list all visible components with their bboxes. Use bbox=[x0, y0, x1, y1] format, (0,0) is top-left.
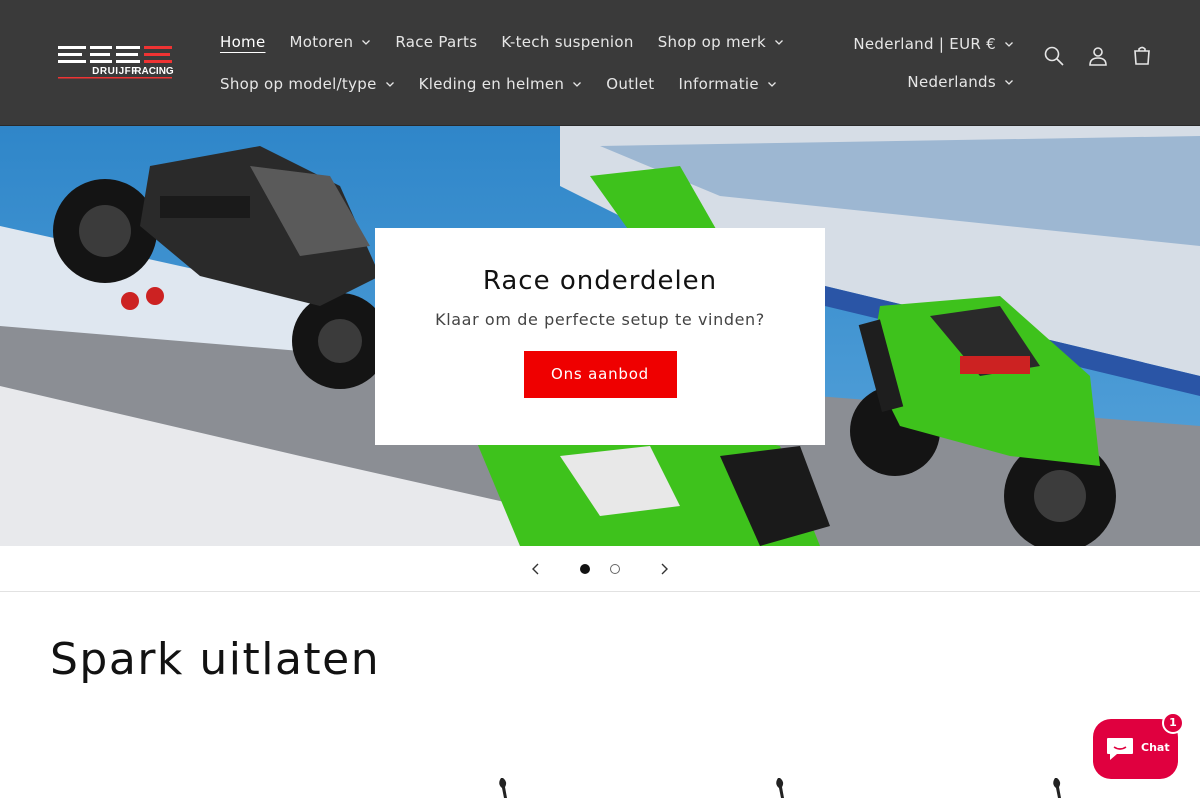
nav-item-shop-op-merk[interactable]: Shop op merk bbox=[646, 22, 796, 62]
chevron-down-icon bbox=[774, 40, 783, 45]
nav-label: Kleding en helmen bbox=[418, 75, 565, 93]
product-thumbnail[interactable] bbox=[495, 776, 511, 800]
chevron-right-icon[interactable] bbox=[655, 560, 673, 578]
chevron-down-icon bbox=[1005, 80, 1013, 85]
hero-subtitle: Klaar om de perfecte setup te vinden? bbox=[435, 310, 765, 329]
search-icon[interactable] bbox=[1042, 44, 1066, 68]
hero-content-box: Race onderdelen Klaar om de perfecte set… bbox=[375, 228, 825, 445]
locale-selectors: Nederland | EUR € Nederlands bbox=[853, 26, 1014, 100]
chevron-down-icon bbox=[385, 82, 394, 87]
nav-label: Race Parts bbox=[395, 33, 478, 51]
nav-row-2: Shop op model/type Kleding en helmen Out… bbox=[208, 64, 776, 104]
chevron-down-icon bbox=[767, 82, 776, 87]
language-label: Nederlands bbox=[907, 73, 996, 91]
nav-item-outlet[interactable]: Outlet bbox=[594, 64, 666, 104]
nav-item-informatie[interactable]: Informatie bbox=[667, 64, 789, 104]
nav-item-shop-op-model[interactable]: Shop op model/type bbox=[208, 64, 407, 104]
header-icons bbox=[1042, 44, 1154, 68]
language-selector[interactable]: Nederlands bbox=[853, 64, 1014, 100]
chat-bubble-icon bbox=[1107, 738, 1133, 760]
nav-item-ktech[interactable]: K-tech suspenion bbox=[489, 22, 645, 62]
product-thumbnail[interactable] bbox=[772, 776, 788, 800]
nav-item-race-parts[interactable]: Race Parts bbox=[383, 22, 489, 62]
chevron-down-icon bbox=[573, 82, 582, 87]
hero-banner: Race onderdelen Klaar om de perfecte set… bbox=[0, 126, 1200, 546]
product-thumbnail[interactable] bbox=[1049, 776, 1065, 800]
country-currency-selector[interactable]: Nederland | EUR € bbox=[853, 26, 1014, 62]
chevron-down-icon bbox=[1005, 42, 1013, 47]
nav-label: Motoren bbox=[289, 33, 354, 51]
chevron-down-icon bbox=[362, 40, 371, 45]
slideshow-controls bbox=[0, 546, 1200, 592]
country-currency-label: Nederland | EUR € bbox=[853, 35, 996, 53]
brand-logo[interactable]: DRUIJFF RACING bbox=[56, 44, 174, 80]
main-navigation: Home Motoren Race Parts K-tech suspenion… bbox=[208, 22, 783, 104]
hero-title: Race onderdelen bbox=[482, 266, 718, 296]
nav-item-home[interactable]: Home bbox=[208, 22, 278, 62]
nav-item-motoren[interactable]: Motoren bbox=[278, 22, 384, 62]
nav-row-1: Home Motoren Race Parts K-tech suspenion… bbox=[208, 22, 783, 62]
site-header: DRUIJFF RACING Home Motoren Race Parts K… bbox=[0, 0, 1200, 126]
nav-label: K-tech suspenion bbox=[501, 33, 634, 51]
account-icon[interactable] bbox=[1086, 44, 1110, 68]
chat-notification-badge: 1 bbox=[1162, 712, 1184, 734]
nav-label: Outlet bbox=[606, 75, 655, 93]
nav-item-kleding[interactable]: Kleding en helmen bbox=[407, 64, 595, 104]
nav-label: Informatie bbox=[678, 75, 759, 93]
nav-label: Home bbox=[220, 33, 266, 51]
nav-label: Shop op merk bbox=[657, 33, 766, 51]
shop-offer-button[interactable]: Ons aanbod bbox=[523, 351, 677, 398]
logo-graphic: DRUIJFF RACING bbox=[58, 46, 174, 79]
slide-dot-1[interactable] bbox=[580, 564, 590, 574]
slide-dot-2[interactable] bbox=[610, 564, 620, 574]
chat-label: Chat bbox=[1141, 741, 1170, 754]
chevron-left-icon[interactable] bbox=[527, 560, 545, 578]
nav-label: Shop op model/type bbox=[220, 75, 377, 93]
svg-text:DRUIJFF: DRUIJFF bbox=[92, 66, 138, 77]
section-title: Spark uitlaten bbox=[50, 634, 381, 685]
svg-text:RACING: RACING bbox=[134, 66, 174, 77]
cart-icon[interactable] bbox=[1130, 44, 1154, 68]
